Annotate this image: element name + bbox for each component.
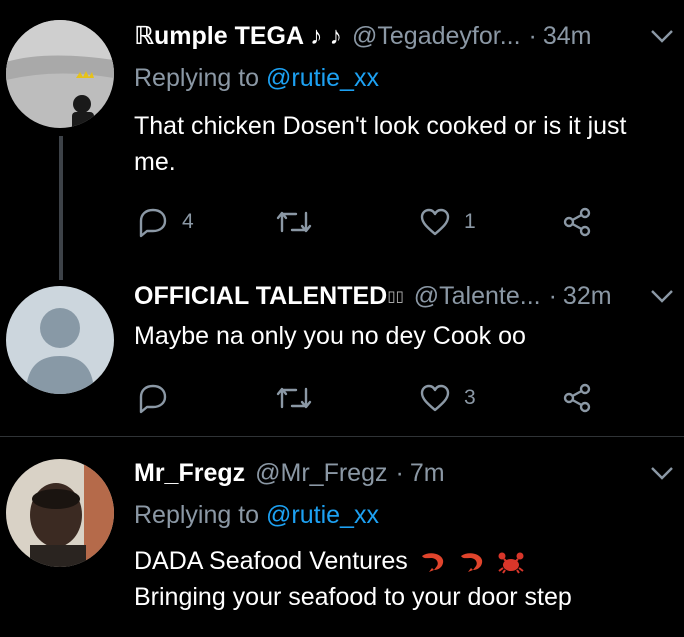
retweet-icon — [276, 387, 312, 409]
shrimp-emoji-icon — [460, 553, 482, 573]
username[interactable]: @Mr_Fregz — [255, 459, 387, 488]
tweet-text-line-2: Bringing your seafood to your door step — [134, 583, 572, 611]
chevron-down-icon[interactable] — [648, 284, 676, 308]
timestamp[interactable]: 32m — [563, 282, 612, 311]
display-name[interactable]: ℝumple TEGA ♪ ♪ — [134, 21, 342, 51]
replying-to: Replying to @rutie_xx — [134, 64, 379, 93]
like-button[interactable]: 3 — [418, 378, 476, 418]
separator-dot: · — [528, 21, 537, 50]
separator-dot: · — [548, 281, 557, 310]
display-name[interactable]: Mr_Fregz — [134, 459, 245, 488]
replying-label: Replying to — [134, 501, 267, 529]
share-icon — [563, 383, 591, 413]
reply-icon — [139, 208, 167, 238]
chevron-down-icon[interactable] — [648, 24, 676, 48]
avatar[interactable] — [6, 20, 114, 128]
display-name[interactable]: OFFICIAL TALENTED — [134, 282, 387, 311]
timestamp[interactable]: 34m — [543, 22, 592, 51]
username[interactable]: @Talente... — [414, 282, 541, 311]
timestamp[interactable]: 7m — [410, 459, 445, 488]
share-icon — [563, 207, 591, 237]
mention-link[interactable]: @rutie_xx — [266, 64, 379, 92]
shrimp-emoji-icon — [421, 553, 443, 573]
tweet-2[interactable]: OFFICIAL TALENTED ▯▯ @Talente... · 32m M… — [0, 270, 684, 436]
tweet-text: Maybe na only you no dey Cook oo — [134, 322, 526, 350]
tweet-actions: 4 1 — [134, 202, 604, 242]
share-button[interactable] — [560, 378, 594, 418]
replying-to: Replying to @rutie_xx — [134, 501, 379, 530]
retweet-button[interactable] — [274, 202, 314, 242]
replying-label: Replying to — [134, 64, 267, 92]
chevron-down-icon[interactable] — [648, 461, 676, 485]
username[interactable]: @Tegadeyfor... — [352, 22, 521, 51]
like-button[interactable]: 1 — [418, 202, 476, 242]
tweet-text: That chicken Dosen't look cooked or is i… — [134, 112, 627, 176]
heart-icon — [420, 384, 450, 412]
business-name: DADA Seafood Ventures — [134, 547, 408, 575]
tweet-text-line-1: DADA Seafood Ventures — [134, 543, 666, 579]
retweet-button[interactable] — [274, 378, 314, 418]
crab-emoji-icon — [498, 552, 524, 574]
reply-icon — [139, 384, 167, 414]
thread-line — [59, 136, 63, 280]
heart-icon — [420, 208, 450, 236]
reply-count: 4 — [182, 210, 194, 233]
name-suffix-glyphs: ▯▯ — [387, 288, 404, 305]
retweet-icon — [276, 211, 312, 233]
tweet-1[interactable]: ℝumple TEGA ♪ ♪ @Tegadeyfor... · 34m Rep… — [0, 0, 684, 280]
tweet-actions: 3 — [134, 378, 604, 418]
avatar[interactable] — [6, 459, 114, 567]
tweet-3[interactable]: Mr_Fregz @Mr_Fregz · 7m Replying to @rut… — [0, 437, 684, 637]
reply-button[interactable]: 4 — [136, 202, 194, 242]
tweet-text: DADA Seafood Ventures Bringing your seaf… — [134, 543, 666, 615]
share-button[interactable] — [560, 202, 594, 242]
avatar[interactable] — [6, 286, 114, 394]
like-count: 1 — [464, 210, 476, 233]
separator-dot: · — [395, 458, 404, 487]
mention-link[interactable]: @rutie_xx — [266, 501, 379, 529]
reply-button[interactable] — [136, 378, 170, 418]
like-count: 3 — [464, 386, 476, 409]
